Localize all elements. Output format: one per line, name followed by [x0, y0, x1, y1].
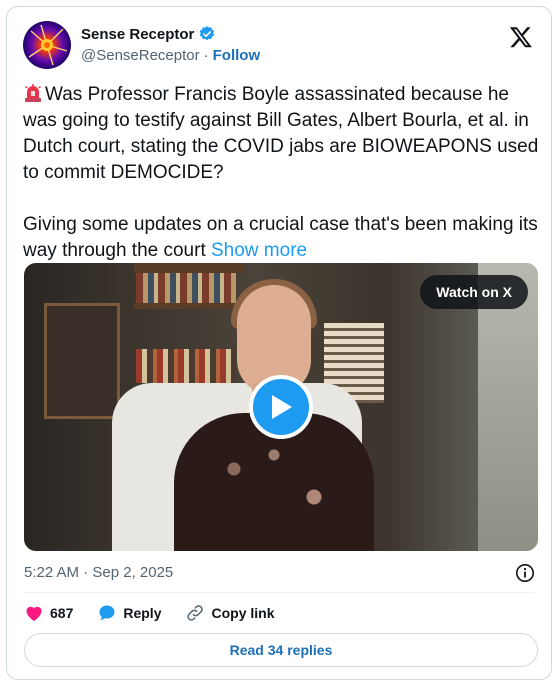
tweet-text: Was Professor Francis Boyle assassinated…	[23, 82, 539, 264]
reply-label: Reply	[123, 605, 162, 621]
tweet-paragraph-1: Was Professor Francis Boyle assassinated…	[23, 82, 539, 186]
speech-bubble-icon	[99, 605, 115, 621]
play-button[interactable]	[249, 375, 313, 439]
picture-frame	[44, 303, 120, 419]
tweet-timestamp[interactable]: 5:22 AM · Sep 2, 2025	[24, 564, 173, 581]
link-icon	[187, 605, 204, 621]
neuron-avatar-icon	[28, 24, 68, 66]
tweet-paragraph-2: Giving some updates on a crucial case th…	[23, 212, 539, 264]
bookshelf	[134, 263, 244, 273]
verified-badge-icon	[200, 26, 215, 41]
info-icon[interactable]	[515, 563, 535, 583]
separator-dot: ·	[203, 47, 209, 64]
like-count: 687	[50, 605, 74, 621]
read-replies-button[interactable]: Read 34 replies	[24, 633, 538, 667]
tweet-paragraph-1-text: Was Professor Francis Boyle assassinated…	[23, 84, 539, 183]
author-handle-row: @SenseReceptor · Follow	[81, 47, 260, 64]
books-row	[136, 349, 236, 383]
play-icon	[272, 395, 292, 419]
author-name-row: Sense Receptor	[81, 25, 216, 43]
x-logo-icon[interactable]	[509, 25, 533, 49]
police-siren-emoji-icon	[24, 84, 42, 102]
avatar[interactable]	[23, 21, 71, 69]
tweet-card: Sense Receptor @SenseReceptor · Follow W…	[6, 6, 552, 680]
copy-link-button[interactable]: Copy link	[185, 603, 275, 623]
divider	[23, 592, 535, 593]
bookshelf-board	[134, 303, 244, 309]
follow-button[interactable]: Follow	[213, 47, 261, 64]
reply-button[interactable]: Reply	[97, 603, 161, 623]
heart-icon	[26, 606, 42, 621]
video-player[interactable]: Watch on X	[24, 263, 538, 551]
action-bar: 687 Reply Copy link	[24, 603, 299, 623]
watch-on-x-button[interactable]: Watch on X	[420, 275, 528, 309]
like-button[interactable]: 687	[24, 603, 73, 623]
author-name[interactable]: Sense Receptor	[81, 26, 194, 43]
show-more-link[interactable]: Show more	[211, 240, 307, 261]
copy-link-label: Copy link	[211, 605, 275, 621]
author-handle[interactable]: @SenseReceptor	[81, 47, 200, 64]
books-row	[136, 273, 236, 303]
